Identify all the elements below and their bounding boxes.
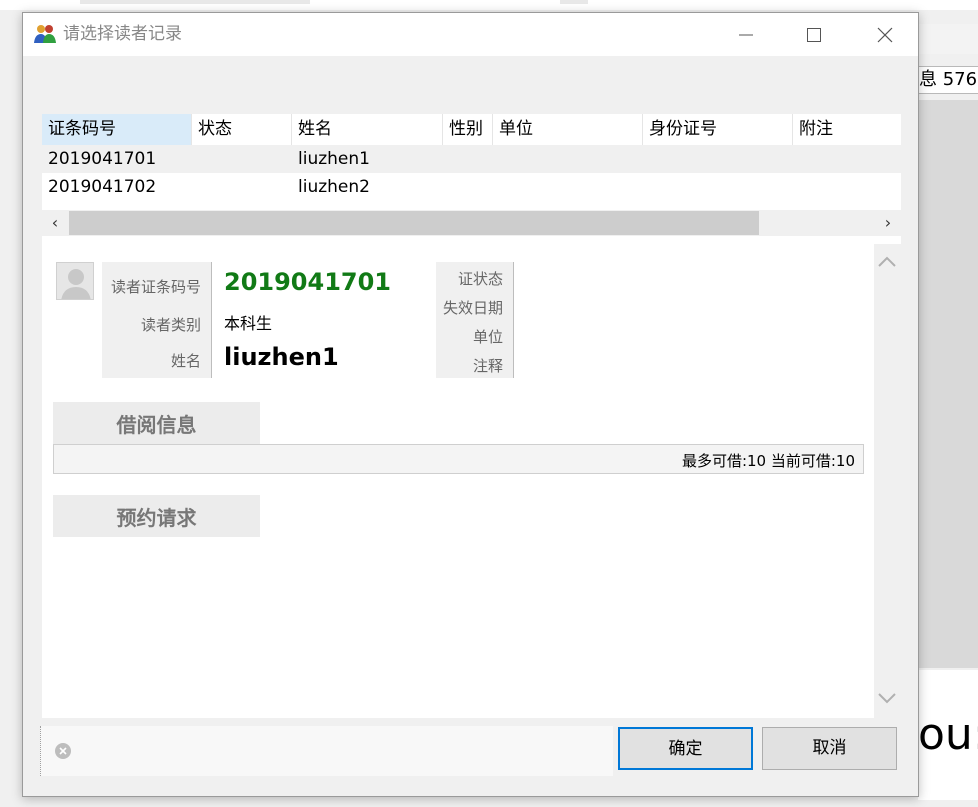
background-window: 息 5762 ou:8 (918, 10, 978, 807)
table-row[interactable]: 2019041701 liuzhen1 (42, 145, 901, 173)
cell-name: liuzhen2 (298, 177, 370, 197)
label-barcode: 读者证条码号 (110, 278, 201, 296)
cell-status (192, 145, 292, 173)
column-header-comment[interactable]: 附注 (793, 114, 901, 145)
maximize-icon (807, 27, 821, 42)
chevron-down-icon (878, 693, 896, 704)
scroll-up-button[interactable] (874, 250, 900, 276)
minimize-button[interactable] (723, 13, 769, 56)
label-unit: 单位 (472, 328, 503, 346)
reader-barcode-value: 2019041701 (224, 268, 391, 296)
cell-status (192, 173, 292, 201)
reader-type-value: 本科生 (224, 314, 273, 333)
ok-button[interactable]: 确定 (618, 727, 753, 770)
list-horizontal-scrollbar[interactable]: ‹ › (42, 210, 901, 236)
label-comment: 注释 (472, 357, 503, 375)
table-row[interactable]: 2019041702 liuzhen2 (42, 173, 901, 201)
cell-name: liuzhen1 (298, 149, 370, 169)
background-tab (560, 0, 588, 4)
scroll-left-button[interactable]: ‹ (42, 210, 68, 236)
background-top-strip (0, 0, 978, 10)
dialog-title: 请选择读者记录 (63, 24, 182, 44)
person-silhouette-icon (61, 269, 91, 299)
background-panel (918, 100, 978, 668)
background-large-text: ou:8 (918, 670, 978, 800)
column-header-gender[interactable]: 性别 (443, 114, 493, 145)
label-expire-date: 失效日期 (442, 299, 503, 317)
background-toolbar (918, 24, 978, 54)
background-info-field: 息 5762 (918, 66, 978, 94)
title-bar[interactable]: 请选择读者记录 (23, 13, 918, 56)
background-tab (80, 0, 310, 4)
cancel-button[interactable]: 取消 (762, 727, 897, 770)
status-bar (40, 726, 613, 776)
scroll-thumb[interactable] (69, 211, 759, 235)
chevron-up-icon (878, 256, 896, 267)
label-reader-type: 读者类别 (140, 316, 201, 334)
reader-labels-secondary: 证状态 失效日期 单位 注释 (436, 262, 514, 378)
cell-barcode: 2019041701 (48, 149, 157, 169)
detail-vertical-scrollbar[interactable] (874, 244, 900, 718)
users-icon (34, 25, 56, 43)
borrow-summary-bar: 最多可借:10 当前可借:10 (53, 444, 864, 474)
column-header-name[interactable]: 姓名 (292, 114, 443, 145)
column-header-unit[interactable]: 单位 (493, 114, 643, 145)
borrow-info-section-title: 借阅信息 (53, 402, 260, 444)
list-header: 证条码号 状态 姓名 性别 单位 身份证号 附注 (42, 114, 901, 145)
column-header-status[interactable]: 状态 (192, 114, 292, 145)
close-button[interactable] (862, 13, 908, 56)
avatar (56, 262, 94, 300)
reservation-section-title: 预约请求 (53, 495, 260, 537)
minimize-icon (739, 34, 753, 35)
reader-name-value: liuzhen1 (224, 343, 339, 371)
column-header-barcode[interactable]: 证条码号 (42, 114, 192, 145)
label-name: 姓名 (170, 352, 201, 370)
close-icon (877, 27, 893, 42)
cell-barcode: 2019041702 (48, 177, 157, 197)
column-header-id-number[interactable]: 身份证号 (643, 114, 793, 145)
select-reader-dialog: 请选择读者记录 证条码号 状态 姓名 性别 单位 身份证号 附注 2019041… (22, 12, 919, 797)
maximize-button[interactable] (791, 13, 837, 56)
scroll-right-button[interactable]: › (875, 210, 901, 236)
label-card-status: 证状态 (457, 270, 503, 288)
scroll-down-button[interactable] (874, 686, 900, 712)
close-circle-icon (59, 747, 67, 755)
reader-labels-primary: 读者证条码号 读者类别 姓名 (102, 262, 212, 378)
reader-detail-panel: 读者证条码号 读者类别 姓名 2019041701 本科生 liuzhen1 证… (42, 244, 900, 718)
clear-status-button[interactable] (55, 743, 71, 759)
